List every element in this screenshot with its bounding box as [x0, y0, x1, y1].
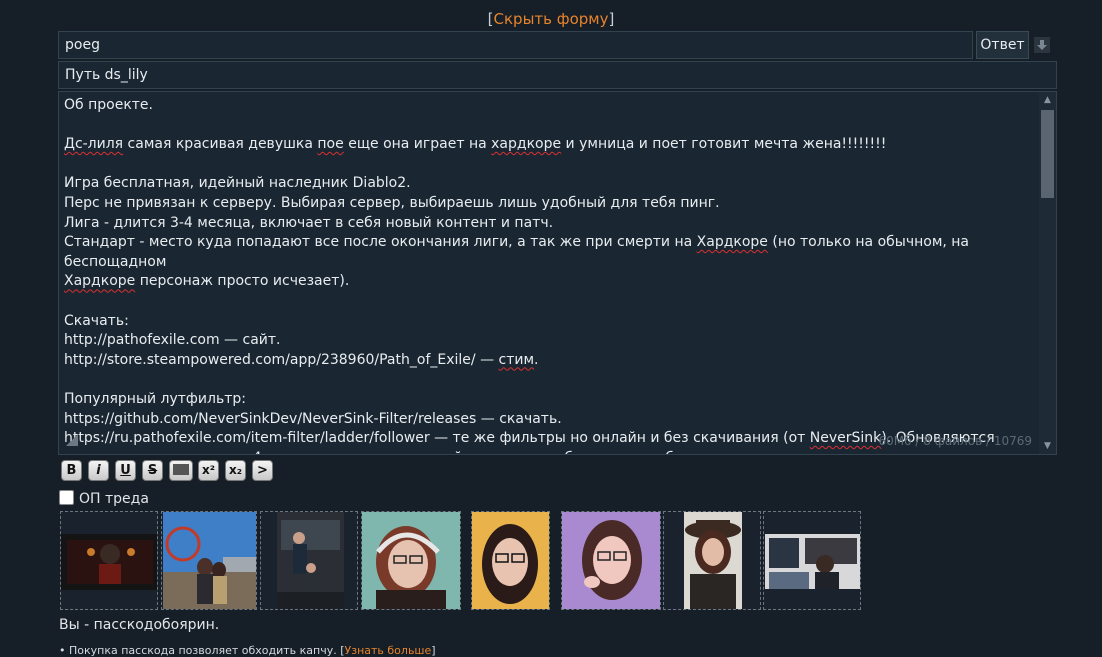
textarea-scrollbar[interactable]: ▲ ▼ — [1039, 92, 1056, 454]
message-line — [64, 155, 1039, 175]
bold-button[interactable]: B — [61, 460, 82, 481]
message-line: https://github.com/NeverSinkDev/NeverSin… — [64, 410, 562, 427]
message-line: Стандарт - место куда попадают все после… — [64, 234, 974, 270]
op-label: ОП треда — [79, 491, 149, 507]
arrow-down-icon[interactable] — [1034, 37, 1050, 53]
subscript-button[interactable]: x₂ — [225, 460, 246, 481]
attachment-thumbnail[interactable] — [663, 511, 761, 610]
message-line: Перс не привязан к серверу. Выбирая серв… — [64, 194, 720, 211]
message-line: Популярный лутфильтр: — [64, 390, 246, 407]
learn-more-link[interactable]: Узнать больше — [345, 644, 432, 657]
message-line — [64, 370, 1039, 390]
quote-button[interactable]: > — [252, 460, 273, 481]
superscript-button[interactable]: x² — [198, 460, 219, 481]
attachment-image — [562, 512, 660, 609]
hide-form-link[interactable]: Скрыть форму — [494, 10, 609, 28]
attachment-thumbnail[interactable] — [471, 511, 550, 610]
name-input[interactable]: poeg — [58, 31, 973, 59]
message-textarea[interactable]: Об проекте. Дс-лиля самая красивая девуш… — [58, 91, 1057, 455]
attachment-thumbnail[interactable] — [260, 511, 358, 610]
attachment-image — [277, 512, 344, 609]
attachment-image — [163, 512, 256, 609]
message-line: Игра бесплатная, идейный наследник Diabl… — [64, 175, 411, 192]
underline-button[interactable]: U — [115, 460, 136, 481]
resize-handle-icon[interactable] — [64, 432, 80, 448]
message-text: Об проекте. Дс-лиля самая красивая девуш… — [64, 96, 1039, 454]
message-line: Хардкоре персонаж просто исчезает). — [64, 273, 350, 290]
message-line: Скачать: — [64, 312, 129, 329]
spoiler-button[interactable] — [169, 460, 193, 481]
bracket-close: ] — [608, 10, 615, 28]
spoiler-icon — [173, 464, 189, 475]
strike-button[interactable]: S — [142, 460, 163, 481]
passcode-status: Вы - пасскодобоярин. — [59, 617, 220, 633]
op-checkbox[interactable] — [59, 490, 74, 505]
scroll-down-icon[interactable]: ▼ — [1039, 438, 1056, 454]
reply-button[interactable]: Ответ — [976, 31, 1029, 59]
promo-text: • Покупка пасскода позволяет обходить ка… — [59, 644, 345, 657]
message-line: Лига - длится 3-4 месяца, включает в себ… — [64, 214, 554, 231]
attachment-image — [472, 512, 549, 609]
attachment-thumbnail[interactable] — [161, 511, 257, 610]
italic-button[interactable]: i — [88, 460, 109, 481]
scroll-up-icon[interactable]: ▲ — [1039, 92, 1056, 108]
attachment-thumbnail[interactable] — [60, 511, 158, 610]
file-counter: 60Мб / 8 файлов / 10769 — [878, 434, 1033, 448]
message-line: http://store.steampowered.com/app/238960… — [64, 351, 539, 368]
op-checkbox-row[interactable]: ОП треда — [59, 490, 149, 507]
message-line — [64, 116, 1039, 136]
attachment-image — [684, 512, 742, 609]
message-line: Об проекте. — [64, 97, 153, 113]
message-line: http://pathofexile.com — сайт. — [64, 332, 281, 349]
message-line — [64, 292, 1039, 312]
attachment-image — [765, 534, 860, 589]
attachment-image — [61, 534, 157, 590]
attachment-thumbnail[interactable] — [561, 511, 661, 610]
message-line: Дс-лиля самая красивая девушка пое еще о… — [64, 136, 887, 153]
passcode-promo: • Покупка пасскода позволяет обходить ка… — [59, 644, 436, 657]
promo-close: ] — [431, 644, 436, 657]
attachment-image — [362, 512, 460, 609]
subject-input[interactable]: Путь ds_lily — [58, 61, 1057, 89]
hide-form-toggle: [Скрыть форму] — [0, 10, 1102, 28]
message-line: автоматические каждые 4 часа, сверяя цен… — [64, 449, 1039, 454]
scroll-thumb[interactable] — [1041, 110, 1054, 198]
attachment-thumbnail[interactable] — [361, 511, 461, 610]
attachment-thumbnail[interactable] — [763, 511, 861, 610]
